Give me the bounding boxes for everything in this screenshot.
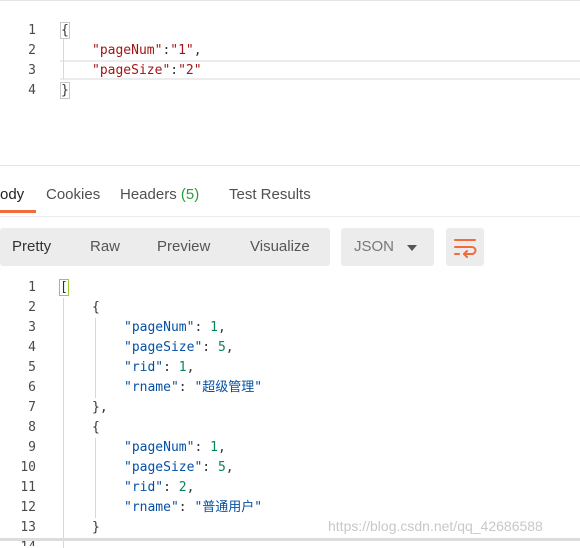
code-line: "pageSize": 5, xyxy=(124,460,234,475)
visualize-button[interactable]: Visualize xyxy=(250,238,310,255)
json-number-value: 2 xyxy=(178,480,187,495)
request-body-editor[interactable]: 1 { 2 "pageNum":"1", 3 "pageSize":"2" 4 … xyxy=(0,0,580,166)
code-line: "pageSize": 5, xyxy=(124,340,234,355)
code-line: [ xyxy=(59,278,580,298)
line-number: 2 xyxy=(28,43,36,58)
line-number: 9 xyxy=(28,440,36,455)
preview-button[interactable]: Preview xyxy=(157,238,210,255)
pane-divider[interactable] xyxy=(0,165,580,166)
line-number: 4 xyxy=(28,83,36,98)
language-select-value: JSON xyxy=(354,238,395,255)
code-line: "rname": "超级管理" xyxy=(124,380,263,395)
json-number-value: 1 xyxy=(178,360,187,375)
pretty-button[interactable]: Pretty xyxy=(12,238,51,255)
json-key: "pageNum" xyxy=(124,320,195,335)
headers-count-badge: (5) xyxy=(180,186,200,203)
format-toggle-group: Pretty Raw Preview Visualize xyxy=(0,228,330,266)
json-key: "rid" xyxy=(124,360,164,375)
line-number: 4 xyxy=(28,340,36,355)
wrap-lines-button[interactable] xyxy=(446,228,484,266)
json-string-value: "超级管理" xyxy=(194,380,263,395)
json-number-value: 1 xyxy=(210,440,218,455)
json-brace: { xyxy=(92,300,100,315)
line-number: 1 xyxy=(28,23,36,38)
tab-body[interactable]: ody xyxy=(0,186,24,203)
json-colon: : xyxy=(170,63,179,78)
indent-guide xyxy=(95,438,96,518)
json-key: "rid" xyxy=(124,480,164,495)
json-string-value: "普通用户" xyxy=(194,500,263,515)
json-key: "pageNum" xyxy=(124,440,195,455)
tab-headers[interactable]: Headers (5) xyxy=(120,186,199,203)
code-line: { xyxy=(92,298,580,318)
code-line: { xyxy=(60,21,580,41)
json-number-value: 5 xyxy=(217,340,226,355)
json-key: "pageSize" xyxy=(124,460,203,475)
json-number-value: 1 xyxy=(210,320,218,335)
tab-test-results[interactable]: Test Results xyxy=(229,186,311,203)
active-tab-indicator xyxy=(0,210,36,213)
code-line: "pageNum": 1, xyxy=(124,440,226,455)
code-line: "rid": 1, xyxy=(124,360,195,375)
line-number: 13 xyxy=(20,520,36,535)
line-number: 8 xyxy=(28,420,36,435)
response-tabs: ody Cookies Headers (5) Test Results xyxy=(0,176,580,217)
response-body-viewer[interactable]: 1 2 3 4 5 6 7 8 9 10 11 12 13 14 [ { "pa… xyxy=(0,278,580,548)
wrap-lines-icon xyxy=(454,239,477,258)
chevron-down-icon xyxy=(407,245,417,251)
json-brace: }, xyxy=(92,400,108,415)
code-line: } xyxy=(60,81,580,101)
indent-guide xyxy=(63,298,64,548)
line-number: 11 xyxy=(20,480,36,495)
language-select[interactable]: JSON xyxy=(341,228,434,266)
scrollbar-edge[interactable] xyxy=(0,538,580,541)
json-key: "rname" xyxy=(124,380,179,395)
line-number: 6 xyxy=(28,380,36,395)
code-line: "rid": 2, xyxy=(124,480,195,495)
json-key: "pageNum" xyxy=(92,43,163,58)
code-line: "rname": "普通用户" xyxy=(124,500,263,515)
line-number: 3 xyxy=(28,63,36,78)
tab-headers-label: Headers xyxy=(120,186,177,203)
json-string-value: "2" xyxy=(178,63,202,78)
json-brace: } xyxy=(60,82,70,99)
json-brace: { xyxy=(60,22,70,39)
json-bracket: [ xyxy=(59,279,69,296)
watermark: https://blog.csdn.net/qq_42686588 xyxy=(328,518,543,534)
line-number: 5 xyxy=(28,360,36,375)
code-line: "pageNum": 1, xyxy=(124,320,226,335)
line-number: 2 xyxy=(28,300,36,315)
line-number: 7 xyxy=(28,400,36,415)
json-key: "pageSize" xyxy=(92,63,171,78)
json-key: "pageSize" xyxy=(124,340,203,355)
line-number: 12 xyxy=(20,500,36,515)
json-key: "rname" xyxy=(124,500,179,515)
code-line: "pageSize":"2" xyxy=(92,61,580,81)
json-number-value: 5 xyxy=(217,460,226,475)
line-number: 10 xyxy=(20,460,36,475)
line-number: 3 xyxy=(28,320,36,335)
code-line: { xyxy=(92,418,580,438)
code-line: "pageNum":"1", xyxy=(92,41,580,61)
json-brace: { xyxy=(92,420,100,435)
code-line: }, xyxy=(92,398,580,418)
indent-guide xyxy=(63,39,64,79)
json-comma: , xyxy=(193,43,202,58)
raw-button[interactable]: Raw xyxy=(90,238,120,255)
indent-guide xyxy=(95,318,96,398)
tab-cookies[interactable]: Cookies xyxy=(46,186,100,203)
json-string-value: "1" xyxy=(170,43,194,58)
line-number: 1 xyxy=(28,280,36,295)
json-brace: } xyxy=(92,520,100,535)
